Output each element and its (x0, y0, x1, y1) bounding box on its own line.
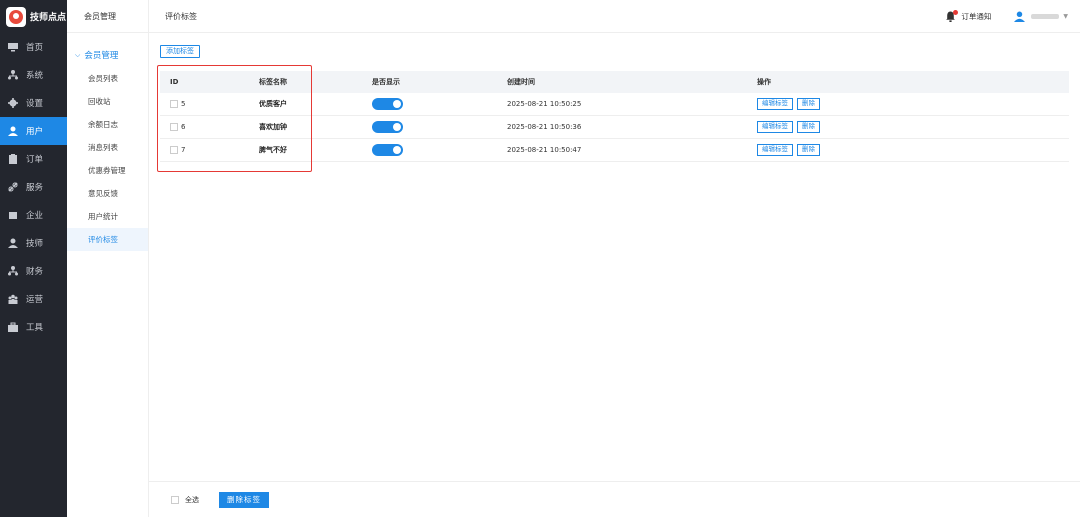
building-icon (8, 210, 18, 220)
link-icon (8, 182, 18, 192)
sidebar-item-label: 系统 (26, 71, 44, 81)
select-all-label[interactable]: 全选 (185, 495, 199, 505)
tags-table: ID 标签名称 是否显示 创建时间 操作 5 优质客户 2025-08-21 1… (160, 71, 1069, 162)
sidebar-item-label: 企业 (26, 211, 44, 221)
main-content: 添加标签 ID 标签名称 是否显示 创建时间 操作 5 优质客户 2025-08… (149, 33, 1080, 480)
table-row: 7 脾气不好 2025-08-21 10:50:47 编辑标签 删除 (160, 139, 1069, 162)
sitemap-icon (8, 266, 18, 276)
submenu-group-label: 会员管理 (84, 51, 119, 61)
sidebar-item-label: 设置 (26, 99, 44, 109)
edit-tag-button[interactable]: 编辑标签 (757, 98, 793, 110)
brand-logo-icon (6, 6, 26, 27)
footer-bar: 全选 删除标签 (149, 481, 1080, 517)
row-id: 5 (181, 100, 186, 108)
sidebar-item-services[interactable]: 服务 (0, 173, 67, 201)
sidebar-item-label: 技师 (26, 239, 44, 249)
add-tag-button[interactable]: 添加标签 (160, 45, 200, 58)
sidebar-item-enterprise[interactable]: 企业 (0, 201, 67, 229)
delete-button[interactable]: 删除 (797, 121, 820, 133)
table-header: ID 标签名称 是否显示 创建时间 操作 (160, 71, 1069, 93)
monitor-icon (8, 42, 18, 52)
row-id: 6 (181, 123, 186, 131)
secondary-menu: 会员管理 ⌵ 会员管理 会员列表 回收站 余额日志 消息列表 优惠券管理 意见反… (67, 0, 149, 517)
order-notification-link[interactable]: 订单通知 (961, 11, 991, 22)
clipboard-icon (8, 154, 18, 164)
brand-name: 技师点点 (30, 13, 67, 23)
visibility-toggle[interactable] (372, 144, 403, 156)
row-tag-name: 脾气不好 (259, 146, 287, 154)
group-icon (8, 294, 18, 304)
sitemap-icon (8, 70, 18, 80)
row-tag-name: 喜欢加钟 (259, 123, 287, 131)
brand[interactable]: 技师点点 (0, 0, 67, 33)
visibility-toggle[interactable] (372, 121, 403, 133)
sidebar-item-finance[interactable]: 财务 (0, 257, 67, 285)
sidebar-item-technicians[interactable]: 技师 (0, 229, 67, 257)
edit-tag-button[interactable]: 编辑标签 (757, 121, 793, 133)
submenu-item-member-list[interactable]: 会员列表 (67, 67, 148, 90)
table-row: 5 优质客户 2025-08-21 10:50:25 编辑标签 删除 (160, 93, 1069, 116)
notification-dot (953, 9, 959, 15)
sidebar-item-label: 订单 (26, 155, 44, 165)
sidebar-item-settings[interactable]: 设置 (0, 89, 67, 117)
row-created-time: 2025-08-21 10:50:36 (507, 123, 582, 131)
select-all-checkbox[interactable] (171, 495, 179, 504)
sidebar-item-label: 服务 (26, 183, 44, 193)
sidebar-item-system[interactable]: 系统 (0, 61, 67, 89)
top-bar: 评价标签 订单通知 ▼ (149, 0, 1080, 33)
user-icon (8, 238, 18, 248)
sidebar-item-label: 运营 (26, 295, 44, 305)
user-icon (8, 126, 18, 136)
row-created-time: 2025-08-21 10:50:47 (507, 146, 582, 154)
sidebar-item-users[interactable]: 用户 (0, 117, 67, 145)
sidebar-item-tools[interactable]: 工具 (0, 313, 67, 341)
bell-icon[interactable] (945, 9, 959, 23)
row-created-time: 2025-08-21 10:50:25 (507, 100, 582, 108)
column-header-created: 创建时间 (507, 78, 535, 86)
table-row: 6 喜欢加钟 2025-08-21 10:50:36 编辑标签 删除 (160, 116, 1069, 139)
delete-button[interactable]: 删除 (797, 98, 820, 110)
sidebar-item-label: 用户 (26, 127, 44, 137)
submenu-item-user-stats[interactable]: 用户统计 (67, 205, 148, 228)
column-header-name: 标签名称 (259, 78, 287, 86)
sidebar-item-operations[interactable]: 运营 (0, 285, 67, 313)
gear-icon (8, 98, 18, 108)
submenu-item-message-list[interactable]: 消息列表 (67, 136, 148, 159)
sidebar-item-home[interactable]: 首页 (0, 33, 67, 61)
visibility-toggle[interactable] (372, 98, 403, 110)
row-id: 7 (181, 146, 186, 154)
submenu-item-feedback[interactable]: 意见反馈 (67, 182, 148, 205)
row-checkbox[interactable] (170, 146, 178, 154)
row-checkbox[interactable] (170, 123, 178, 131)
username-redacted[interactable] (1031, 14, 1060, 19)
submenu-item-coupon-management[interactable]: 优惠券管理 (67, 159, 148, 182)
avatar-icon[interactable] (1013, 11, 1025, 23)
row-checkbox[interactable] (170, 100, 178, 108)
chevron-down-icon[interactable]: ▼ (1063, 13, 1068, 20)
submenu-item-balance-log[interactable]: 余额日志 (67, 113, 148, 136)
breadcrumb: 评价标签 (165, 11, 197, 21)
main-sidebar: 技师点点 首页 系统 设置 用户 订单 服务 企业 技师 财务 运营 工具 (0, 0, 67, 517)
chevron-down-icon: ⌵ (75, 50, 81, 59)
column-header-visible: 是否显示 (372, 78, 400, 86)
sidebar-item-label: 财务 (26, 267, 44, 277)
sidebar-item-label: 首页 (26, 43, 44, 53)
submenu-title: 会员管理 (67, 0, 148, 33)
row-tag-name: 优质客户 (259, 100, 287, 108)
sidebar-item-orders[interactable]: 订单 (0, 145, 67, 173)
submenu-item-recycle-bin[interactable]: 回收站 (67, 90, 148, 113)
sidebar-item-label: 工具 (26, 323, 44, 333)
delete-button[interactable]: 删除 (797, 144, 820, 156)
column-header-id: ID (170, 78, 179, 86)
top-right-actions: 订单通知 ▼ (945, 0, 1068, 33)
submenu-item-review-tags[interactable]: 评价标签 (67, 228, 148, 251)
toolbox-icon (8, 322, 18, 332)
delete-tags-button[interactable]: 删除标签 (219, 491, 269, 508)
submenu-group-member-management[interactable]: ⌵ 会员管理 (67, 43, 148, 67)
column-header-actions: 操作 (757, 78, 771, 86)
edit-tag-button[interactable]: 编辑标签 (757, 144, 793, 156)
